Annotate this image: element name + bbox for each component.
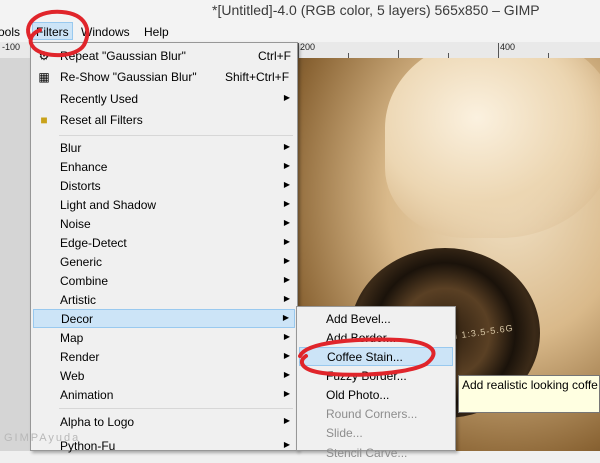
- menu-item-label: Combine: [60, 274, 109, 288]
- filters-menu: ⚙ Repeat "Gaussian Blur" Ctrl+F ▦ Re-Sho…: [30, 42, 298, 453]
- menu-item-noise[interactable]: Noise ▶: [33, 215, 295, 234]
- menu-item-stencil-carve[interactable]: Stencil Carve...: [299, 444, 453, 463]
- menu-item-combine[interactable]: Combine ▶: [33, 272, 295, 291]
- submenu-arrow-icon: ▶: [282, 313, 289, 322]
- menu-item-alpha-to-logo[interactable]: Alpha to Logo ▶: [33, 413, 295, 432]
- menu-item-blur[interactable]: Blur ▶: [33, 139, 295, 158]
- menu-item-animation[interactable]: Animation ▶: [33, 386, 295, 405]
- menu-item-generic[interactable]: Generic ▶: [33, 253, 295, 272]
- submenu-arrow-icon: ▶: [283, 351, 290, 360]
- submenu-arrow-icon: ▶: [283, 294, 290, 303]
- menu-item-render[interactable]: Render ▶: [33, 348, 295, 367]
- tooltip-text: Add realistic looking coffe: [462, 378, 598, 392]
- menu-item-web[interactable]: Web ▶: [33, 367, 295, 386]
- menu-item-label: Noise: [60, 217, 91, 231]
- menu-item-accel: Ctrl+F: [258, 49, 291, 63]
- menu-item-add-border[interactable]: Add Border...: [299, 329, 453, 348]
- menu-item-label: Decor: [61, 312, 94, 326]
- submenu-arrow-icon: ▶: [283, 416, 290, 425]
- submenu-arrow-icon: ▶: [283, 370, 290, 379]
- menu-item-label: Render: [60, 350, 100, 364]
- menu-item-label: Round Corners...: [326, 407, 418, 421]
- menu-item-enhance[interactable]: Enhance ▶: [33, 158, 295, 177]
- menu-help[interactable]: Help: [144, 25, 169, 39]
- menu-filters[interactable]: Filters: [32, 22, 73, 40]
- menu-item-artistic[interactable]: Artistic ▶: [33, 291, 295, 310]
- menu-item-label: Enhance: [60, 160, 108, 174]
- menu-item-old-photo[interactable]: Old Photo...: [299, 386, 453, 405]
- tooltip: Add realistic looking coffe: [458, 375, 600, 413]
- ruler-tick: [498, 43, 499, 58]
- decor-submenu: Add Bevel... Add Border... Coffee Stain.…: [296, 306, 456, 460]
- submenu-arrow-icon: ▶: [283, 275, 290, 284]
- menu-item-label: Artistic: [60, 293, 96, 307]
- menu-item-round-corners[interactable]: Round Corners...: [299, 405, 453, 424]
- menu-item-reshow[interactable]: ▦ Re-Show "Gaussian Blur" Shift+Ctrl+F: [33, 68, 295, 87]
- menu-item-label: Re-Show "Gaussian Blur": [60, 70, 197, 84]
- ruler-label: 400: [500, 42, 516, 52]
- ruler-label: -100: [2, 42, 21, 52]
- submenu-arrow-icon: ▶: [283, 180, 290, 189]
- menu-item-reset-all[interactable]: ■ Reset all Filters: [33, 111, 295, 130]
- photo-hand: [385, 58, 600, 238]
- menu-item-label: Animation: [60, 388, 114, 402]
- menu-item-label: Slide...: [326, 426, 363, 440]
- ruler-tick: [298, 43, 299, 58]
- submenu-arrow-icon: ▶: [283, 142, 290, 151]
- menu-item-map[interactable]: Map ▶: [33, 329, 295, 348]
- menu-item-slide[interactable]: Slide...: [299, 424, 453, 443]
- menu-item-label: Edge-Detect: [60, 236, 127, 250]
- submenu-arrow-icon: ▶: [283, 237, 290, 246]
- menu-item-label: Blur: [60, 141, 82, 155]
- menu-item-distorts[interactable]: Distorts ▶: [33, 177, 295, 196]
- menu-item-label: Add Bevel...: [326, 312, 391, 326]
- ruler-tick: [398, 50, 399, 58]
- window-title: *[Untitled]-4.0 (RGB color, 5 layers) 56…: [212, 2, 540, 18]
- menu-item-label: Reset all Filters: [60, 113, 143, 127]
- menu-separator: [59, 135, 293, 136]
- submenu-arrow-icon: ▶: [283, 440, 290, 449]
- menu-item-label: Light and Shadow: [60, 198, 157, 212]
- menu-item-label: Recently Used: [60, 92, 139, 106]
- menu-item-label: Map: [60, 331, 84, 345]
- submenu-arrow-icon: ▶: [283, 199, 290, 208]
- menu-item-add-bevel[interactable]: Add Bevel...: [299, 310, 453, 329]
- menu-item-label: Distorts: [60, 179, 101, 193]
- ruler-label: 200: [300, 42, 316, 52]
- menu-item-recently-used[interactable]: Recently Used ▶: [33, 90, 295, 109]
- reshow-icon: ▦: [38, 70, 50, 84]
- menu-item-fuzzy-border[interactable]: Fuzzy Border...: [299, 367, 453, 386]
- reset-icon: ■: [40, 113, 48, 127]
- submenu-arrow-icon: ▶: [283, 93, 290, 102]
- submenu-arrow-icon: ▶: [283, 332, 290, 341]
- submenu-arrow-icon: ▶: [283, 161, 290, 170]
- menu-bar: ools Filters Windows Help: [0, 22, 600, 42]
- menu-item-edge-detect[interactable]: Edge-Detect ▶: [33, 234, 295, 253]
- menu-item-decor[interactable]: Decor ▶: [33, 309, 295, 328]
- menu-windows[interactable]: Windows: [81, 25, 130, 39]
- title-bar: *[Untitled]-4.0 (RGB color, 5 layers) 56…: [0, 0, 600, 22]
- menu-item-label: Add Border...: [326, 331, 397, 345]
- menu-item-label: Fuzzy Border...: [326, 369, 407, 383]
- repeat-icon: ⚙: [38, 49, 50, 63]
- menu-item-label: Web: [60, 369, 85, 383]
- submenu-arrow-icon: ▶: [283, 389, 290, 398]
- submenu-arrow-icon: ▶: [283, 218, 290, 227]
- menu-item-light-and-shadow[interactable]: Light and Shadow ▶: [33, 196, 295, 215]
- watermark: GIMPAyuda: [4, 432, 81, 444]
- menu-item-label: Stencil Carve...: [326, 446, 408, 460]
- menu-tools[interactable]: ools: [0, 25, 20, 39]
- menu-item-label: Alpha to Logo: [60, 415, 135, 429]
- menu-separator: [59, 408, 293, 409]
- menu-item-label: Repeat "Gaussian Blur": [60, 49, 186, 63]
- menu-item-label: Generic: [60, 255, 103, 269]
- menu-item-accel: Shift+Ctrl+F: [225, 70, 290, 84]
- menu-item-label: Old Photo...: [326, 388, 390, 402]
- menu-item-label: Coffee Stain...: [327, 350, 403, 364]
- menu-item-repeat[interactable]: ⚙ Repeat "Gaussian Blur" Ctrl+F: [33, 47, 295, 66]
- submenu-arrow-icon: ▶: [283, 256, 290, 265]
- menu-item-coffee-stain[interactable]: Coffee Stain...: [299, 347, 453, 366]
